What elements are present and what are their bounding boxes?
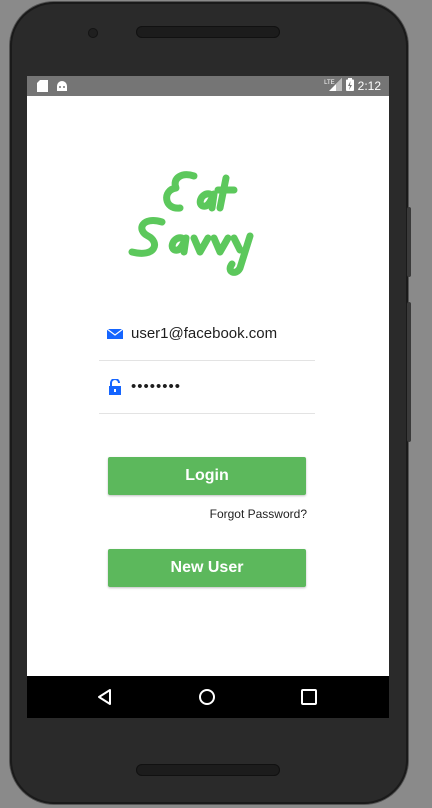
volume-button [407,302,411,442]
mail-icon [106,326,124,342]
power-button [407,207,411,277]
new-user-button[interactable]: New User [108,549,306,587]
eat-savvy-logo [128,171,254,276]
email-field[interactable]: user1@facebook.com [99,308,315,361]
password-field[interactable]: •••••••• [99,361,315,414]
back-icon[interactable] [95,687,115,707]
email-value[interactable]: user1@facebook.com [131,308,277,360]
top-speaker [136,26,280,38]
signal-icon [328,78,342,94]
lock-icon [107,378,123,395]
password-value[interactable]: •••••••• [131,361,181,413]
front-camera [88,28,98,38]
login-button[interactable]: Login [108,457,306,495]
recents-icon[interactable] [299,687,319,707]
nav-bar [27,676,389,718]
forgot-password-link[interactable]: Forgot Password? [210,507,307,521]
bottom-speaker [136,764,280,776]
screen: LTE 2:12 user1@facebook.com •••••••• Log… [27,76,389,718]
android-icon [56,79,68,97]
status-bar: LTE 2:12 [27,76,389,96]
status-time: 2:12 [357,79,381,93]
home-icon[interactable] [197,687,217,707]
sd-card-icon [37,79,48,97]
battery-icon [345,78,354,94]
